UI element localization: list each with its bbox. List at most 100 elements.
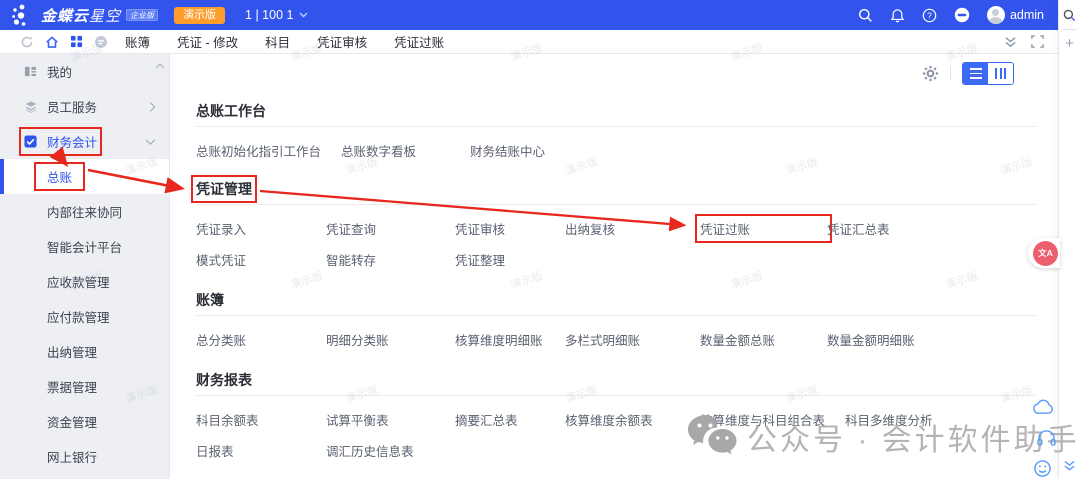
app-link-核算维度明细账[interactable]: 核算维度明细账 [455,330,565,349]
links-row: 总账初始化指引工作台总账数字看板财务结账中心 [196,141,1058,160]
app-link-科目余额表[interactable]: 科目余额表 [196,410,326,429]
section-divider [196,126,1036,127]
section-凭证管理: 凭证管理凭证录入凭证查询凭证审核出纳复核凭证过账凭证汇总表模式凭证智能转存凭证整… [196,180,1058,269]
app-link-数量金额明细账[interactable]: 数量金额明细账 [827,330,935,349]
sidebar-item-label: 票据管理 [47,377,97,396]
app-header: 金蝶云星空 企业版 演示版 1 | 100 1 ? admin [0,0,1058,30]
sidebar-item-应收款管理[interactable]: 应收款管理 [0,264,169,299]
sidebar-item-label: 我的 [47,62,72,81]
avatar [987,6,1005,24]
app-link-凭证查询[interactable]: 凭证查询 [326,219,455,238]
home-icon[interactable] [45,35,59,49]
sidebar-item-label: 总账 [38,166,81,187]
app-link-摘要汇总表[interactable]: 摘要汇总表 [455,410,565,429]
app-link-核算维度与科目组合表[interactable]: 核算维度与科目组合表 [700,410,845,429]
headset-icon[interactable] [1036,429,1057,453]
ext-search-icon[interactable] [1063,9,1076,22]
app-link-试算平衡表[interactable]: 试算平衡表 [326,410,455,429]
list-view-button[interactable] [963,63,988,84]
app-link-财务结账中心[interactable]: 财务结账中心 [470,141,580,160]
sidebar-item-label: 网上银行 [47,447,97,466]
user-menu[interactable]: admin [987,6,1044,24]
apps-grid-icon[interactable] [70,35,83,48]
section-title: 账簿 [196,291,224,309]
app-link-多栏式明细账[interactable]: 多栏式明细账 [565,330,700,349]
sidebar-item-label: 内部往来协同 [47,202,122,221]
do-not-disturb-icon[interactable] [954,7,970,23]
links-row: 凭证录入凭证查询凭证审核出纳复核凭证过账凭证汇总表 [196,219,1058,238]
sidebar-item-内部往来协同[interactable]: 内部往来协同 [0,194,169,229]
app-link-凭证审核[interactable]: 凭证审核 [455,219,565,238]
svg-text:?: ? [927,10,932,20]
org-selector[interactable]: 1 | 100 1 [245,8,308,22]
sidebar-item-label: 资金管理 [47,412,97,431]
app-link-凭证过账[interactable]: 凭证过账 [700,219,827,238]
sidebar-nav: 我的员工服务财务会计总账内部往来协同智能会计平台应收款管理应付款管理出纳管理票据… [0,54,170,479]
settings-gear-icon[interactable] [922,65,939,82]
links-row: 模式凭证智能转存凭证整理 [196,250,1058,269]
layers-icon [24,100,38,113]
tab-凭证审核[interactable]: 凭证审核 [317,32,367,51]
refresh-icon[interactable] [20,35,34,49]
sidebar-item-网上银行[interactable]: 网上银行 [0,439,169,474]
app-link-日报表[interactable]: 日报表 [196,441,326,460]
sidebar-item-员工服务[interactable]: 员工服务 [0,89,169,124]
app-link-智能转存[interactable]: 智能转存 [326,250,455,269]
section-title: 总账工作台 [196,102,266,120]
annotation-box: 财务会计 [24,132,97,151]
sidebar-item-票据管理[interactable]: 票据管理 [0,369,169,404]
app-link-模式凭证[interactable]: 模式凭证 [196,250,326,269]
edition-badge: 企业版 [126,9,158,21]
sidebar-item-我的[interactable]: 我的 [0,54,169,89]
app-link-凭证整理[interactable]: 凭证整理 [455,250,565,269]
tab-bar: 账簿 凭证 - 修改 科目 凭证审核 凭证过账 [0,30,1058,54]
help-icon[interactable]: ? [922,8,937,23]
tab-科目[interactable]: 科目 [265,32,290,51]
cloud-icon[interactable] [1032,398,1055,420]
fullscreen-icon[interactable] [1031,35,1044,48]
app-link-总分类账[interactable]: 总分类账 [196,330,326,349]
search-icon[interactable] [858,8,873,23]
tab-凭证 - 修改[interactable]: 凭证 - 修改 [177,32,238,51]
app-link-总账初始化指引工作台[interactable]: 总账初始化指引工作台 [196,141,341,160]
column-view-button[interactable] [988,63,1013,84]
sidebar-item-资金管理[interactable]: 资金管理 [0,404,169,439]
app-link-科目多维度分析[interactable]: 科目多维度分析 [845,410,953,429]
sidebar-item-智能会计平台[interactable]: 智能会计平台 [0,229,169,264]
app-link-明细分类账[interactable]: 明细分类账 [326,330,455,349]
app-sections: 总账工作台总账初始化指引工作台总账数字看板财务结账中心凭证管理凭证录入凭证查询凭… [196,102,1058,479]
sidebar-item-财务会计[interactable]: 财务会计 [0,124,169,159]
my-icon [24,65,38,78]
tab-账簿[interactable]: 账簿 [125,32,150,51]
more-chevrons-icon[interactable] [1063,459,1076,477]
app-link-调汇历史信息表[interactable]: 调汇历史信息表 [326,441,455,460]
sidebar-item-label: 财务会计 [47,132,97,151]
sidebar-item-总账[interactable]: 总账 [0,159,169,194]
section-divider [196,315,1036,316]
app-link-核算维度余额表[interactable]: 核算维度余额表 [565,410,700,429]
notifications-bell-icon[interactable] [890,8,905,23]
sidebar-item-应付款管理[interactable]: 应付款管理 [0,299,169,334]
section-divider [196,204,1036,205]
app-link-数量金额总账[interactable]: 数量金额总账 [700,330,827,349]
app-link-总账数字看板[interactable]: 总账数字看板 [341,141,470,160]
ext-add-icon[interactable]: + [1065,37,1074,51]
sidebar-item-出纳管理[interactable]: 出纳管理 [0,334,169,369]
chevron-right-icon [149,101,156,112]
app-link-出纳复核[interactable]: 出纳复核 [565,219,700,238]
tab-凭证过账[interactable]: 凭证过账 [394,32,444,51]
app-link-凭证录入[interactable]: 凭证录入 [196,219,326,238]
chevron-down-icon [299,12,308,18]
smiley-icon[interactable] [1033,459,1052,479]
open-tabs: 账簿 凭证 - 修改 科目 凭证审核 凭证过账 [125,32,444,51]
divider [950,66,951,81]
username: admin [1010,8,1044,22]
divider [1063,29,1077,30]
section-title: 凭证管理 [196,180,252,198]
translate-fab[interactable]: 文A [1028,238,1060,268]
view-controls [922,62,1014,85]
app-link-凭证汇总表[interactable]: 凭证汇总表 [827,219,910,238]
message-icon[interactable] [94,35,108,49]
main-content: 总账工作台总账初始化指引工作台总账数字看板财务结账中心凭证管理凭证录入凭证查询凭… [170,54,1058,479]
collapse-tabs-icon[interactable] [1004,36,1017,48]
